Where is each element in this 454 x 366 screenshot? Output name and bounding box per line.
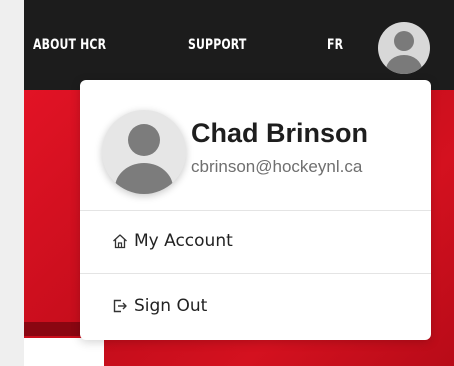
- menu-item-sign-out[interactable]: Sign Out: [80, 276, 431, 339]
- profile-email: cbrinson@hockeynl.ca: [191, 157, 363, 176]
- hero-stripe-white: [24, 338, 104, 366]
- menu-item-my-account[interactable]: My Account: [80, 211, 431, 274]
- user-avatar-icon: [115, 124, 173, 194]
- profile-header: Chad Brinson cbrinson@hockeynl.ca: [80, 80, 431, 211]
- profile-name: Chad Brinson: [191, 118, 369, 148]
- home-icon: [113, 234, 127, 249]
- page-viewport: ABOUT HCR SUPPORT FR Chad Brinson cbrins…: [24, 0, 454, 366]
- nav-link-support[interactable]: SUPPORT: [188, 37, 246, 53]
- profile-avatar: [102, 110, 186, 194]
- nav-link-about[interactable]: ABOUT HCR: [33, 37, 106, 53]
- user-avatar-icon: [386, 31, 422, 74]
- user-dropdown-menu: Chad Brinson cbrinson@hockeynl.ca My Acc…: [80, 80, 431, 340]
- menu-item-label: My Account: [134, 231, 233, 251]
- user-menu-button[interactable]: [378, 22, 430, 74]
- menu-item-label: Sign Out: [134, 296, 208, 316]
- sign-out-icon: [113, 299, 127, 313]
- top-navigation-bar: ABOUT HCR SUPPORT FR: [24, 0, 454, 90]
- language-toggle[interactable]: FR: [327, 37, 343, 53]
